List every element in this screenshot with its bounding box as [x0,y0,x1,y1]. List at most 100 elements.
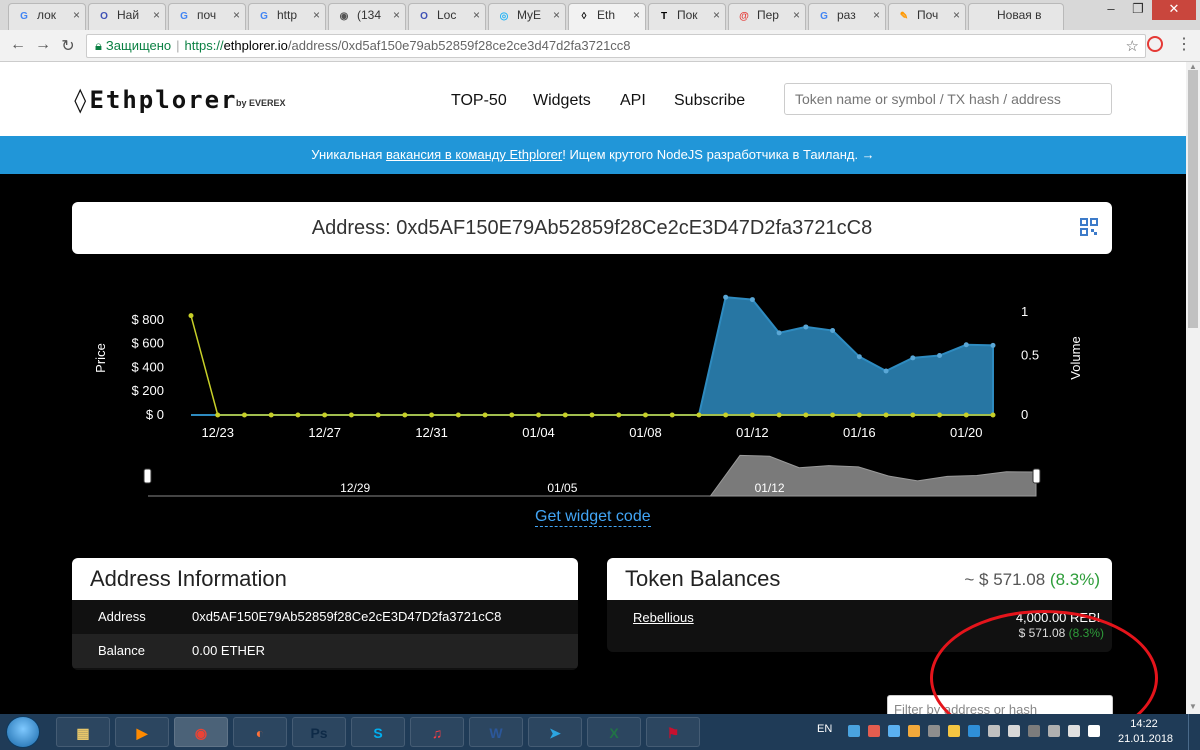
browser-tab-4[interactable]: Ghttp × [248,3,326,30]
tab-close-icon[interactable]: × [953,8,960,22]
tray-keyboard-icon[interactable] [928,725,940,737]
browser-tab-5[interactable]: ◉ (134 × [328,3,406,30]
tray-cloud-icon[interactable] [968,725,980,737]
scroll-down-icon[interactable]: ▼ [1186,702,1200,711]
tray-shield-icon[interactable] [1008,725,1020,737]
volume-axis-title: Volume [1068,336,1083,379]
page-scrollbar[interactable]: ▲ ▼ [1186,62,1200,714]
price-point [776,330,782,336]
forward-icon[interactable]: → [33,36,53,54]
browser-menu-icon[interactable]: ⋮ [1176,34,1192,54]
show-desktop-button[interactable] [1188,714,1200,750]
browser-tab-10[interactable]: @ Пер × [728,3,806,30]
start-button[interactable] [6,716,40,748]
tab-close-icon[interactable]: × [153,8,160,22]
price-volume-chart[interactable]: $ 800 $ 600 $ 400 $ 200 $ 0 1 0.5 0 Price Volume 1… [90,288,1090,503]
nav-api[interactable]: API [620,92,646,110]
tray-app-icon[interactable] [868,725,880,737]
taskbar-explorer-icon[interactable]: ▦ [56,717,110,747]
browser-tab-9[interactable]: T Пок × [648,3,726,30]
taskbar-word-icon[interactable]: W [469,717,523,747]
tray-skype-icon[interactable] [888,725,900,737]
tab-close-icon[interactable]: × [633,8,640,22]
tray-display-icon[interactable] [1048,725,1060,737]
tab-favicon-icon: ◉ [339,11,349,22]
volume-tick-label: 0.5 [1021,348,1039,363]
token-total-change: (8.3%) [1049,570,1100,589]
tab-close-icon[interactable]: × [793,8,800,22]
nav-subscribe[interactable]: Subscribe [674,92,745,110]
x-tick-label: 01/16 [843,425,876,440]
tab-close-icon[interactable]: × [233,8,240,22]
taskbar-skype-icon[interactable]: S [351,717,405,747]
bookmark-star-icon[interactable]: ☆ [1126,36,1139,58]
tab-favicon-icon: ◎ [499,11,509,22]
close-window-button[interactable]: ✕ [1152,0,1196,20]
site-logo[interactable]: ◊Ethplorer [73,86,238,114]
browser-tab-13[interactable]: Новая в [968,3,1064,30]
browser-tab-2[interactable]: O Най × [88,3,166,30]
tray-discord-icon[interactable] [848,725,860,737]
url-field[interactable]: 🔒︎ Защищено | https://ethplorer.io/address/… [86,34,1146,58]
tab-label: Новая в [997,8,1042,22]
volume-point [509,412,515,418]
price-point [749,297,755,303]
tab-label: раз [837,8,856,22]
tab-close-icon[interactable]: × [313,8,320,22]
extension-icon[interactable] [1147,36,1163,52]
tab-close-icon[interactable]: × [713,8,720,22]
taskbar-itunes-icon[interactable]: ♫ [410,717,464,747]
volume-point [990,412,996,418]
clock-date: 21.01.2018 [1118,733,1174,745]
network-icon[interactable] [1088,725,1100,737]
maximize-button[interactable]: ❐ [1124,0,1152,20]
tray-language[interactable]: EN [817,723,832,735]
volume-point [803,412,809,418]
browser-tab-7[interactable]: ◎ MyE × [488,3,566,30]
tab-close-icon[interactable]: × [473,8,480,22]
banner-link[interactable]: вакансия в команду Ethplorer [386,147,562,162]
tab-close-icon[interactable]: × [553,8,560,22]
tray-sync-icon[interactable] [988,725,1000,737]
browser-tab-11[interactable]: Gраз × [808,3,886,30]
qr-code-icon[interactable] [1080,218,1098,236]
taskbar-clock[interactable]: 14:22 21.01.2018 [1118,717,1174,747]
taskbar-excel-icon[interactable]: X [587,717,641,747]
search-input[interactable] [784,83,1112,115]
taskbar-acrobat-icon[interactable]: ⚑ [646,717,700,747]
tray-updater-icon[interactable] [908,725,920,737]
tab-close-icon[interactable]: × [393,8,400,22]
price-area-series [191,296,994,416]
taskbar-firefox-icon[interactable]: ◐ [233,717,287,747]
get-widget-code-link[interactable]: Get widget code [535,508,651,527]
nav-widgets[interactable]: Widgets [533,92,591,110]
browser-tab-12[interactable]: ✎ Поч × [888,3,966,30]
browser-tab-6[interactable]: O Loc × [408,3,486,30]
nav-top50[interactable]: TOP-50 [451,92,507,110]
taskbar-media-icon[interactable]: ▶ [115,717,169,747]
job-banner[interactable]: Уникальная вакансия в команду Ethplorer!… [0,136,1186,174]
url-scheme: https:// [184,38,224,53]
reload-icon[interactable]: ↻ [58,36,78,56]
volume-icon[interactable] [1068,725,1080,737]
volume-point [937,412,943,418]
taskbar-telegram-icon[interactable]: ➤ [528,717,582,747]
tray-badge-icon[interactable] [948,725,960,737]
address-info-panel: Address Information Address 0xd5AF150E79… [72,558,578,670]
tab-close-icon[interactable]: × [73,8,80,22]
banner-text-post: ! Ищем крутого NodeJS разработчика в Таи… [562,147,875,162]
tray-dropbox-icon[interactable] [1028,725,1040,737]
taskbar-photoshop-icon[interactable]: Ps [292,717,346,747]
scrollbar-thumb[interactable] [1188,70,1198,328]
volume-tick-label: 0 [1021,407,1028,422]
minimize-button[interactable]: – [1097,0,1125,20]
address-info-row-balance: Balance 0.00 ETHER [72,634,578,668]
taskbar-chrome-icon[interactable]: ◉ [174,717,228,747]
tab-close-icon[interactable]: × [873,8,880,22]
browser-tab-8[interactable]: ◊ Eth × [568,3,646,30]
balance-key: Balance [98,643,145,658]
back-icon[interactable]: ← [8,36,28,54]
token-name-link[interactable]: Rebellious [633,610,694,625]
browser-tab-3[interactable]: Gпоч × [168,3,246,30]
browser-tab-1[interactable]: Gлок × [8,3,86,30]
